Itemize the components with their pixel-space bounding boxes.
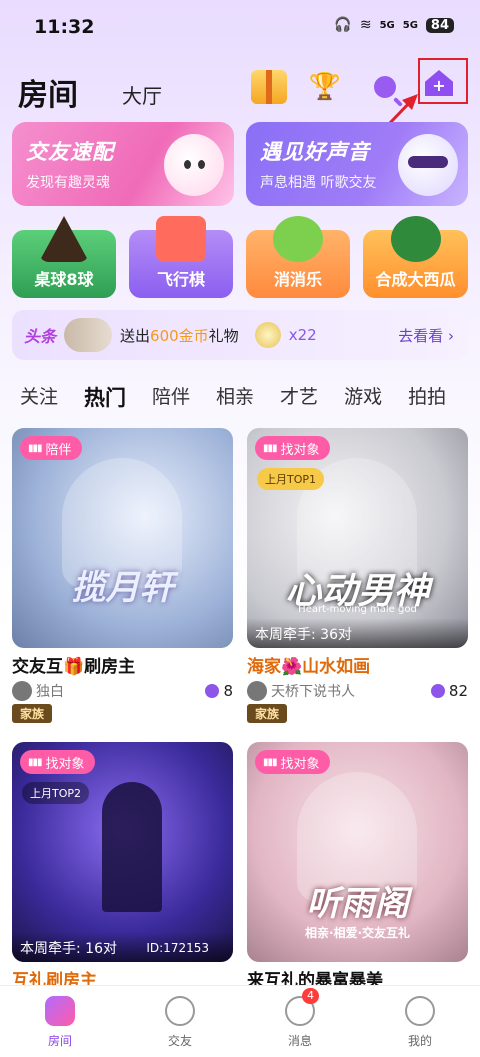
game-match3[interactable]: 消消乐 bbox=[246, 216, 350, 298]
person-icon bbox=[430, 684, 445, 698]
family-badge: 家族 bbox=[12, 704, 53, 723]
rank-badge: 上月TOP2 bbox=[22, 782, 90, 804]
clock: 11:32 bbox=[34, 16, 95, 38]
profile-icon bbox=[405, 996, 435, 1026]
avatar bbox=[64, 318, 113, 352]
online-count: 8 bbox=[205, 682, 233, 700]
nav-messages[interactable]: 4 消息 bbox=[240, 986, 360, 1057]
tab-follow[interactable]: 关注 bbox=[20, 382, 58, 412]
nav-friends[interactable]: 交友 bbox=[120, 986, 240, 1057]
wifi-icon: ≋ bbox=[359, 17, 372, 33]
room-title: 海家🌺山水如画 bbox=[247, 657, 371, 677]
room-card[interactable]: ▮▮▮ 找对象 上月TOP1 心动男神 Heart-moving male god… bbox=[247, 428, 468, 723]
room-meta: 独白 8 bbox=[12, 680, 233, 702]
owner-name: 独白 bbox=[36, 684, 64, 700]
room-cover: ▮▮▮ 陪伴 揽月轩 bbox=[12, 428, 233, 648]
room-cover: ▮▮▮ 找对象 上月TOP2 本周牵手: 16对 ID:172153 bbox=[12, 742, 233, 962]
ludo-icon bbox=[156, 216, 206, 262]
headline-strip[interactable]: 头条 送出600金币礼物 x22 去看看 › bbox=[12, 310, 468, 360]
nav-room[interactable]: 房间 bbox=[0, 986, 120, 1057]
game-ludo[interactable]: 飞行棋 bbox=[129, 216, 233, 298]
room-icon bbox=[45, 996, 75, 1026]
gift-icon[interactable] bbox=[248, 66, 290, 108]
cover-subtitle: Heart-moving male god bbox=[298, 604, 417, 615]
headline-tag: 头条 bbox=[24, 327, 57, 346]
tab-game[interactable]: 游戏 bbox=[344, 382, 382, 412]
room-meta: 天桥下说书人 82 bbox=[247, 680, 468, 702]
nav-me[interactable]: 我的 bbox=[360, 986, 480, 1057]
avatar bbox=[12, 681, 32, 701]
avatar bbox=[247, 681, 267, 701]
owner-name: 天桥下说书人 bbox=[271, 684, 355, 700]
game-billiards[interactable]: 桌球8球 bbox=[12, 216, 116, 298]
gift-icon bbox=[254, 322, 281, 348]
room-tag: ▮▮▮ 找对象 bbox=[20, 750, 95, 774]
status-icons: 🎧 ≋ 5G 5G 84 bbox=[334, 17, 454, 33]
rank-badge: 上月TOP1 bbox=[257, 468, 325, 490]
trophy-icon[interactable]: 🏆 bbox=[304, 66, 346, 108]
room-tag: ▮▮▮ 陪伴 bbox=[20, 436, 82, 460]
unread-badge: 4 bbox=[302, 988, 319, 1004]
headphones-icon: 🎧 bbox=[334, 17, 352, 33]
person-icon bbox=[205, 684, 220, 698]
game-label: 合成大西瓜 bbox=[375, 270, 456, 289]
room-card[interactable]: ▮▮▮ 找对象 上月TOP2 本周牵手: 16对 ID:172153 互礼刷房主 bbox=[12, 742, 233, 991]
room-card[interactable]: ▮▮▮ 找对象 听雨阁 相亲·相爱·交友互礼 来互礼的暴富暴美 bbox=[247, 742, 468, 991]
tab-hot[interactable]: 热门 bbox=[84, 382, 126, 412]
room-id: ID:172153 bbox=[146, 941, 209, 955]
room-card[interactable]: ▮▮▮ 陪伴 揽月轩 交友互🎁刷房主 独白 8 家族 bbox=[12, 428, 233, 723]
cover-title: 听雨阁 bbox=[306, 884, 409, 924]
mascot-icon bbox=[164, 134, 224, 196]
family-badge: 家族 bbox=[247, 704, 288, 723]
signal-icon: 5G bbox=[379, 19, 395, 31]
cover-subtitle: 相亲·相爱·交友互礼 bbox=[304, 926, 411, 940]
billiards-icon bbox=[39, 216, 89, 262]
nav-label: 消息 bbox=[287, 1034, 312, 1048]
see-more-link[interactable]: 去看看 › bbox=[398, 325, 454, 346]
tab-hall[interactable]: 大厅 bbox=[122, 80, 162, 109]
game-watermelon[interactable]: 合成大西瓜 bbox=[363, 216, 468, 298]
nav-label: 交友 bbox=[167, 1034, 192, 1048]
bottom-nav: 房间 交友 4 消息 我的 bbox=[0, 985, 480, 1057]
game-label: 飞行棋 bbox=[156, 270, 205, 289]
room-tag: ▮▮▮ 找对象 bbox=[255, 750, 330, 774]
game-label: 桌球8球 bbox=[34, 270, 94, 289]
signal-icon-2: 5G bbox=[402, 19, 418, 31]
mascot-icon bbox=[398, 134, 458, 196]
room-tag: ▮▮▮ 找对象 bbox=[255, 436, 330, 460]
tab-talent[interactable]: 才艺 bbox=[280, 382, 318, 412]
battery-icon: 84 bbox=[425, 17, 454, 33]
status-bar: 11:32 🎧 ≋ 5G 5G 84 bbox=[0, 0, 480, 58]
category-tabs: 关注 热门 陪伴 相亲 才艺 游戏 拍拍 bbox=[20, 382, 446, 412]
tab-room[interactable]: 房间 bbox=[18, 70, 78, 114]
match3-icon bbox=[273, 216, 323, 262]
nav-label: 房间 bbox=[47, 1034, 72, 1048]
game-label: 消消乐 bbox=[273, 270, 322, 289]
headline-text: 送出600金币礼物 bbox=[120, 326, 239, 345]
planet-icon bbox=[165, 996, 195, 1026]
tab-photo[interactable]: 拍拍 bbox=[408, 382, 446, 412]
cover-title: 揽月轩 bbox=[71, 568, 174, 608]
watermelon-icon bbox=[390, 216, 441, 262]
banner-good-voice[interactable]: 遇见好声音 声息相遇 听歌交友 bbox=[246, 122, 468, 206]
tab-companion[interactable]: 陪伴 bbox=[152, 382, 190, 412]
room-cover: ▮▮▮ 找对象 上月TOP1 心动男神 Heart-moving male god… bbox=[247, 428, 468, 648]
banner-quick-match[interactable]: 交友速配 发现有趣灵魂 bbox=[12, 122, 234, 206]
online-count: 82 bbox=[430, 682, 468, 700]
nav-label: 我的 bbox=[407, 1034, 432, 1048]
room-cover: ▮▮▮ 找对象 听雨阁 相亲·相爱·交友互礼 bbox=[247, 742, 468, 962]
weekly-match-count: 本周牵手: 36对 bbox=[247, 618, 468, 648]
gift-count: x22 bbox=[288, 326, 317, 344]
room-title: 交友互🎁刷房主 bbox=[12, 657, 136, 677]
tab-dating[interactable]: 相亲 bbox=[216, 382, 254, 412]
